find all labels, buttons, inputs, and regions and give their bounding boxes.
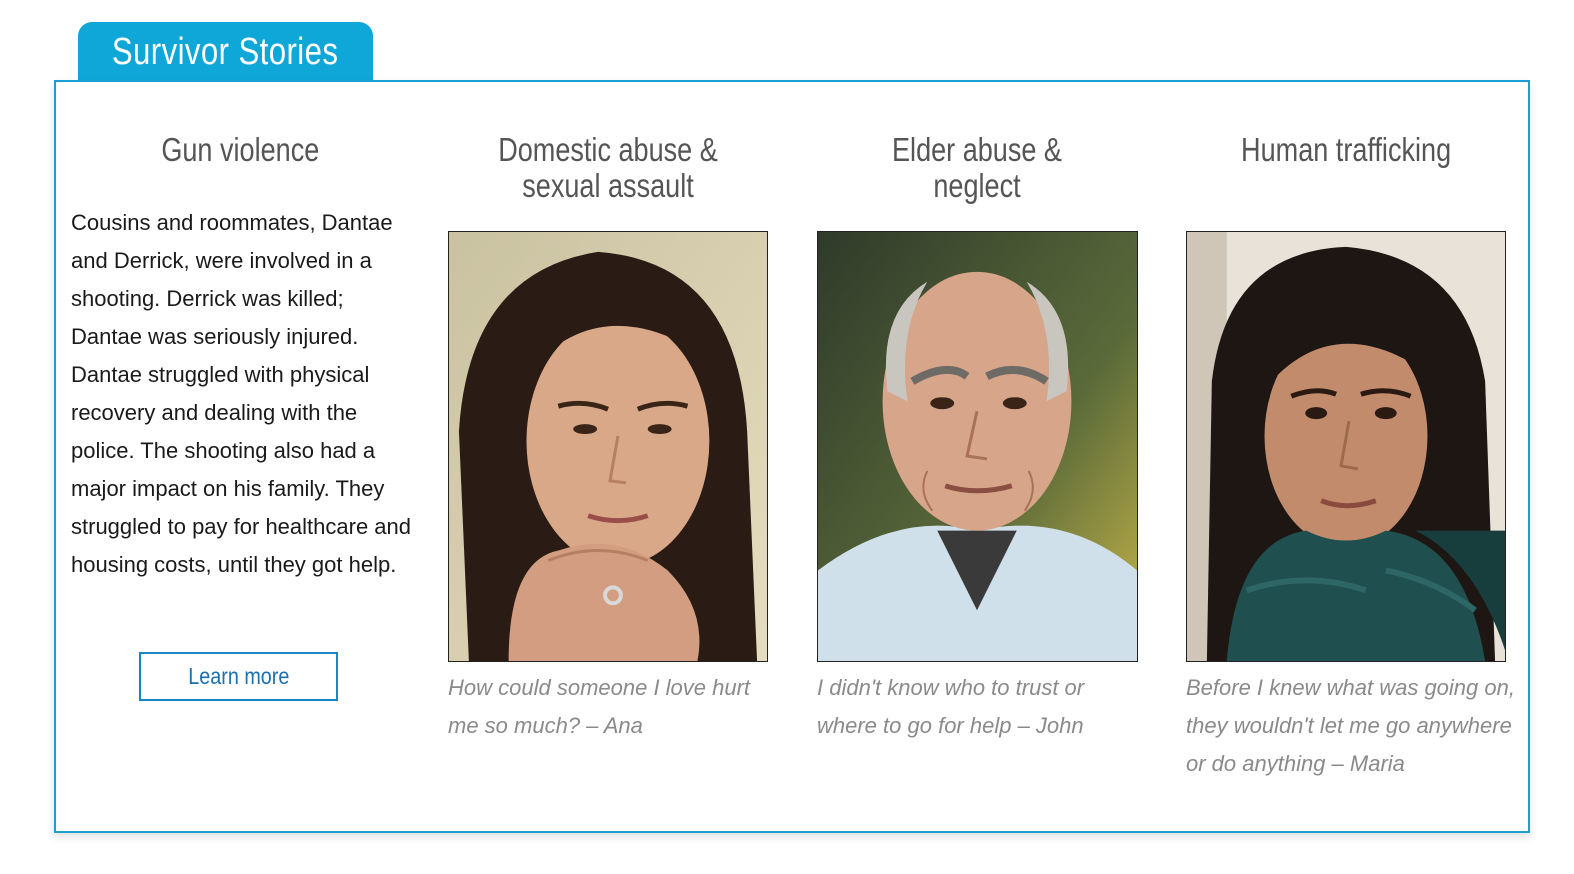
- elder-abuse-heading: Elder abuse & neglect: [892, 131, 1062, 204]
- tab-label: Survivor Stories: [112, 30, 339, 73]
- ana-photo: [448, 231, 768, 662]
- john-photo: [817, 231, 1138, 662]
- maria-photo: [1186, 231, 1506, 662]
- gun-violence-heading: Gun violence: [161, 131, 319, 168]
- domestic-abuse-heading: Domestic abuse & sexual assault: [498, 131, 718, 204]
- ana-quote: How could someone I love hurt me so much…: [448, 675, 751, 738]
- human-trafficking-heading: Human trafficking: [1240, 131, 1452, 168]
- maria-quote: Before I knew what was going on, they wo…: [1186, 675, 1515, 776]
- survivor-stories-tab[interactable]: Survivor Stories: [78, 22, 373, 82]
- learn-more-button[interactable]: Learn more: [139, 652, 338, 701]
- gun-violence-story: Cousins and roommates, Dantae and Derric…: [71, 210, 412, 577]
- john-quote: I didn't know who to trust or where to g…: [817, 675, 1085, 738]
